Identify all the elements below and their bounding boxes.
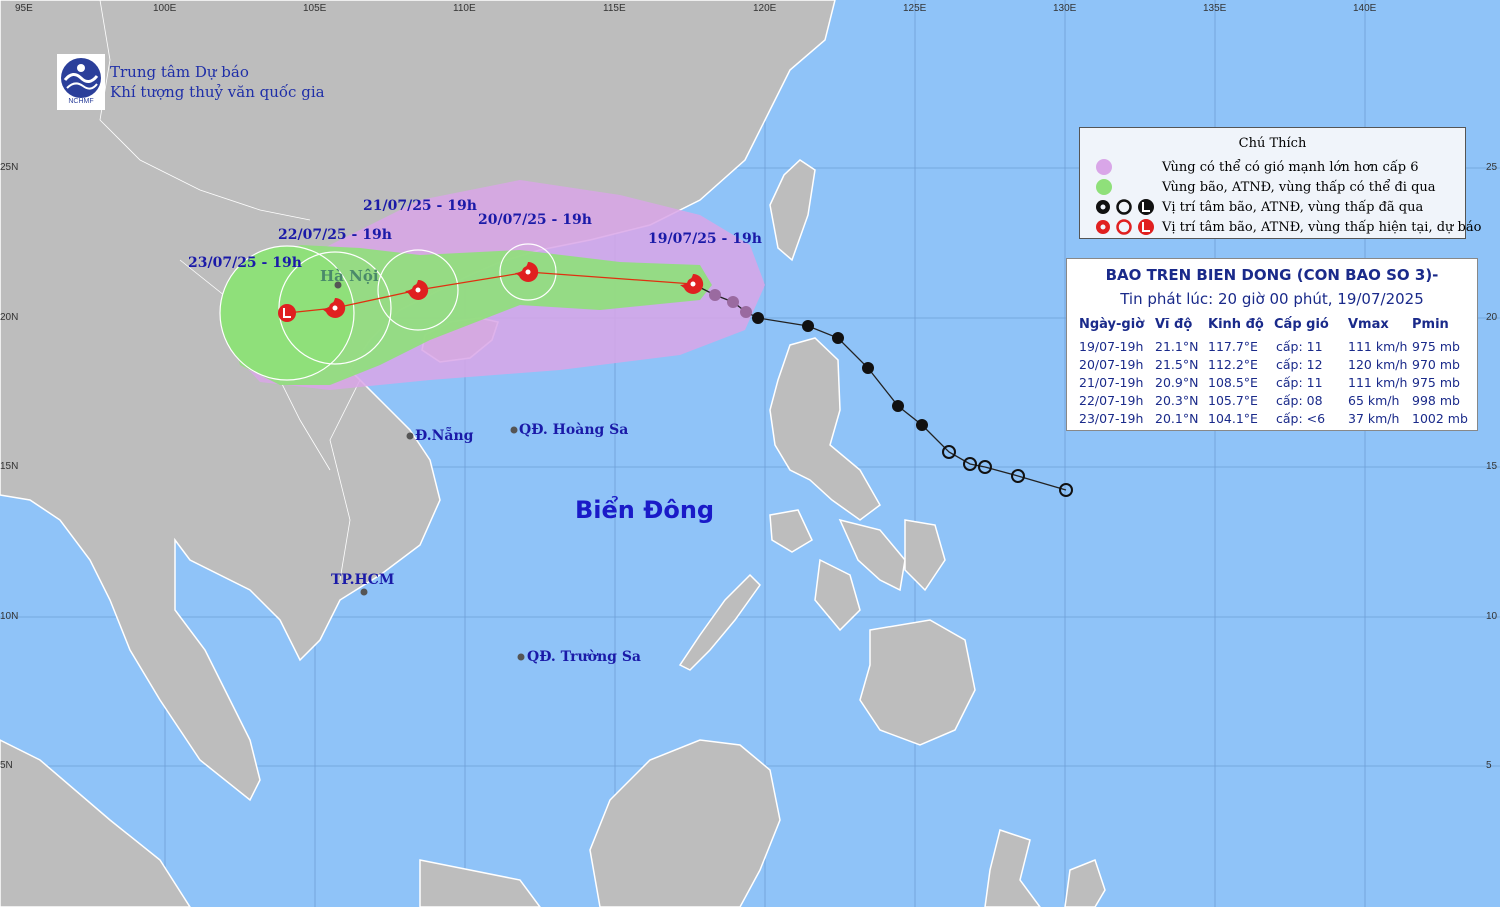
col-header: Vmax	[1348, 317, 1389, 332]
lon-label: 120E	[753, 3, 777, 14]
col-header: Pmin	[1412, 317, 1449, 332]
lon-label: 100E	[153, 3, 177, 14]
table-cell: 20.9°N	[1155, 375, 1199, 390]
storm-info-box: BAO TREN BIEN DONG (CON BAO SO 3)- Tin p…	[1066, 258, 1478, 431]
table-cell: 1002 mb	[1412, 411, 1468, 426]
lat-label: 10N	[0, 611, 19, 622]
table-cell: 21.1°N	[1155, 339, 1199, 354]
table-cell: 21/07-19h	[1079, 375, 1144, 390]
lat-label: 25	[1486, 162, 1498, 173]
landmass	[0, 0, 1106, 907]
place-hoangsa: QĐ. Hoàng Sa	[519, 422, 629, 438]
past-symbols	[709, 289, 1073, 497]
forecast-label-23: 23/07/25 - 19h	[188, 255, 302, 271]
green-area-swatch	[1096, 179, 1112, 195]
table-cell: 120 km/h	[1348, 357, 1408, 372]
table-cell: 975 mb	[1412, 375, 1460, 390]
table-cell: 20.3°N	[1155, 393, 1199, 408]
lon-label: 125E	[903, 3, 927, 14]
col-header: Cấp gió	[1274, 317, 1329, 332]
storm-track-map: 95E 100E 105E 110E 115E 120E 125E 130E 1…	[0, 0, 1500, 907]
legend-item-past-position: Vị trí tâm bão, ATNĐ, vùng thấp đã qua	[1094, 198, 1461, 218]
issued-time: Tin phát lúc: 20 giờ 00 phút, 19/07/2025	[1120, 290, 1424, 308]
place-hcm: TP.HCM	[331, 572, 395, 588]
table-cell: 104.1°E	[1208, 411, 1258, 426]
logo-caption: NCHMF	[68, 98, 94, 105]
table-cell: cấp: <6	[1276, 411, 1326, 426]
table-cell: 22/07-19h	[1079, 393, 1144, 408]
lon-label: 115E	[603, 3, 626, 14]
forecast-label-22: 22/07/25 - 19h	[278, 227, 392, 243]
table-cell: 970 mb	[1412, 357, 1460, 372]
table-cell: 108.5°E	[1208, 375, 1258, 390]
lat-label: 5N	[0, 760, 13, 771]
table-cell: 23/07-19h	[1079, 411, 1144, 426]
table-cell: cấp: 11	[1276, 339, 1323, 354]
table-cell: cấp: 11	[1276, 375, 1323, 390]
table-cell: 111 km/h	[1348, 339, 1408, 354]
lat-label: 25N	[0, 162, 19, 173]
map-legend: Chú Thích Vùng có thể có gió mạnh lớn hơ…	[1079, 127, 1481, 239]
legend-item-storm-area: Vùng bão, ATNĐ, vùng thấp có thể đi qua	[1094, 178, 1461, 198]
table-cell: 111 km/h	[1348, 375, 1408, 390]
table-cell: 37 km/h	[1348, 411, 1400, 426]
table-cell: 112.2°E	[1208, 357, 1258, 372]
table-cell: 105.7°E	[1208, 393, 1258, 408]
lat-label: 15N	[0, 461, 19, 472]
lon-label: 95E	[15, 3, 33, 14]
table-cell: 117.7°E	[1208, 339, 1258, 354]
legend-item-strong-wind: Vùng có thể có gió mạnh lớn hơn cấp 6	[1094, 158, 1461, 178]
col-header: Vĩ độ	[1155, 317, 1193, 332]
lat-label: 20	[1486, 312, 1498, 323]
table-cell: 21.5°N	[1155, 357, 1199, 372]
low-symbol-23	[278, 304, 296, 322]
table-cell: 998 mb	[1412, 393, 1460, 408]
lon-label: 105E	[303, 3, 327, 14]
lat-label: 15	[1486, 461, 1498, 472]
org-name-line2: Khí tượng thuỷ văn quốc gia	[110, 83, 325, 101]
place-hanoi: Hà Nội	[320, 267, 379, 285]
legend-item-current-position: Vị trí tâm bão, ATNĐ, vùng thấp hiện tại…	[1094, 218, 1481, 238]
forecast-label-20: 20/07/25 - 19h	[478, 212, 592, 228]
table-cell: 975 mb	[1412, 339, 1460, 354]
forecast-label-21: 21/07/25 - 19h	[363, 198, 477, 214]
table-cell: 19/07-19h	[1079, 339, 1144, 354]
lat-label: 20N	[0, 312, 19, 323]
col-header: Kinh độ	[1208, 317, 1264, 332]
col-header: Ngày-giờ	[1079, 317, 1145, 332]
table-cell: cấp: 12	[1276, 357, 1323, 372]
org-name-line1: Trung tâm Dự báo	[110, 63, 249, 81]
lon-label: 130E	[1053, 3, 1077, 14]
table-cell: 20/07-19h	[1079, 357, 1144, 372]
place-danang: Đ.Nẵng	[415, 428, 474, 444]
place-truongsa: QĐ. Trường Sa	[527, 649, 641, 665]
storm-title: BAO TREN BIEN DONG (CON BAO SO 3)-	[1105, 266, 1439, 284]
table-cell: cấp: 08	[1276, 393, 1323, 408]
forecast-label-19: 19/07/25 - 19h	[648, 231, 762, 247]
legend-title: Chú Thích	[1238, 136, 1307, 151]
lat-label: 10	[1486, 611, 1498, 622]
lat-label: 5	[1486, 760, 1492, 771]
sea-name: Biển Đông	[575, 496, 715, 524]
table-cell: 20.1°N	[1155, 411, 1199, 426]
lon-label: 110E	[453, 3, 476, 14]
lon-label: 135E	[1203, 3, 1227, 14]
lon-label: 140E	[1353, 3, 1377, 14]
purple-area-swatch	[1096, 159, 1112, 175]
table-cell: 65 km/h	[1348, 393, 1400, 408]
